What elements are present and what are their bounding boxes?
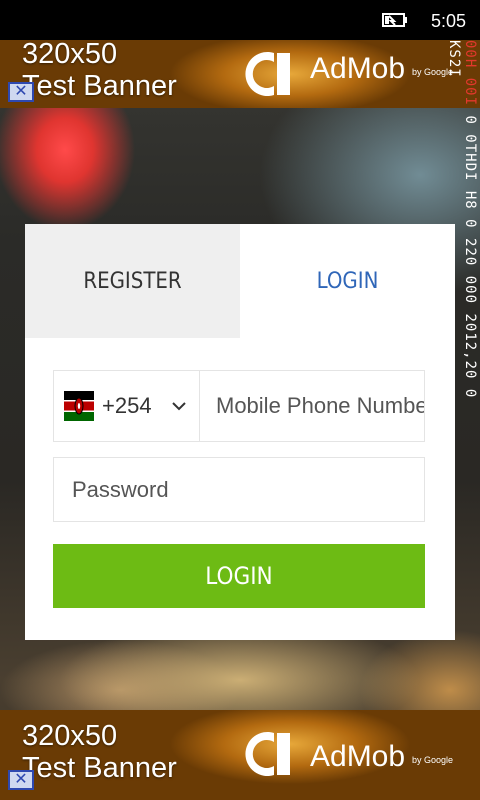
battery-icon — [382, 13, 407, 27]
phone-number-input[interactable] — [210, 371, 424, 441]
tab-login[interactable]: LOGIN — [240, 224, 455, 338]
status-time: 5:05 — [430, 11, 466, 31]
status-bar: 5:05 — [0, 0, 480, 40]
tab-register[interactable]: REGISTER — [25, 224, 240, 338]
kenya-flag-icon — [64, 391, 94, 421]
chevron-down-icon — [172, 402, 186, 411]
auth-tabs: REGISTER LOGIN — [25, 224, 455, 338]
ad-text: 320x50 Test Banner — [22, 40, 177, 102]
admob-brand: AdMob — [310, 52, 406, 85]
ad-size-label: 320x50 — [22, 720, 118, 752]
admob-by-google: by Google — [412, 755, 454, 765]
ad-close-icon[interactable]: ✕ — [8, 770, 34, 790]
country-code: +254 — [102, 393, 152, 418]
admob-brand: AdMob — [310, 740, 406, 773]
ad-banner-bottom[interactable]: 320x50 Test Banner AdMob by Google ✕ — [0, 710, 480, 800]
country-code-selector[interactable]: +254 — [54, 371, 200, 441]
admob-logo-icon — [245, 52, 290, 96]
login-card: REGISTER LOGIN +254 LOGIN — [25, 224, 455, 640]
ad-title: Test Banner — [22, 752, 177, 784]
admob-logo-icon — [245, 732, 290, 776]
phone-field-group: +254 — [53, 370, 425, 442]
debug-text-red: 00H 00I — [462, 40, 478, 107]
ad-text: 320x50 Test Banner — [22, 720, 177, 784]
password-input[interactable] — [53, 457, 425, 522]
ad-banner-top[interactable]: 320x50 Test Banner AdMob by Google ✕ — [0, 40, 480, 108]
ad-close-icon[interactable]: ✕ — [8, 82, 34, 102]
login-button[interactable]: LOGIN — [53, 544, 425, 608]
ad-size-label: 320x50 — [22, 40, 118, 70]
ad-title: Test Banner — [22, 70, 177, 102]
debug-overlay-text: 00H 00I 0 0THDI H8 0 220 000 2012,20 0 K… — [446, 40, 478, 440]
